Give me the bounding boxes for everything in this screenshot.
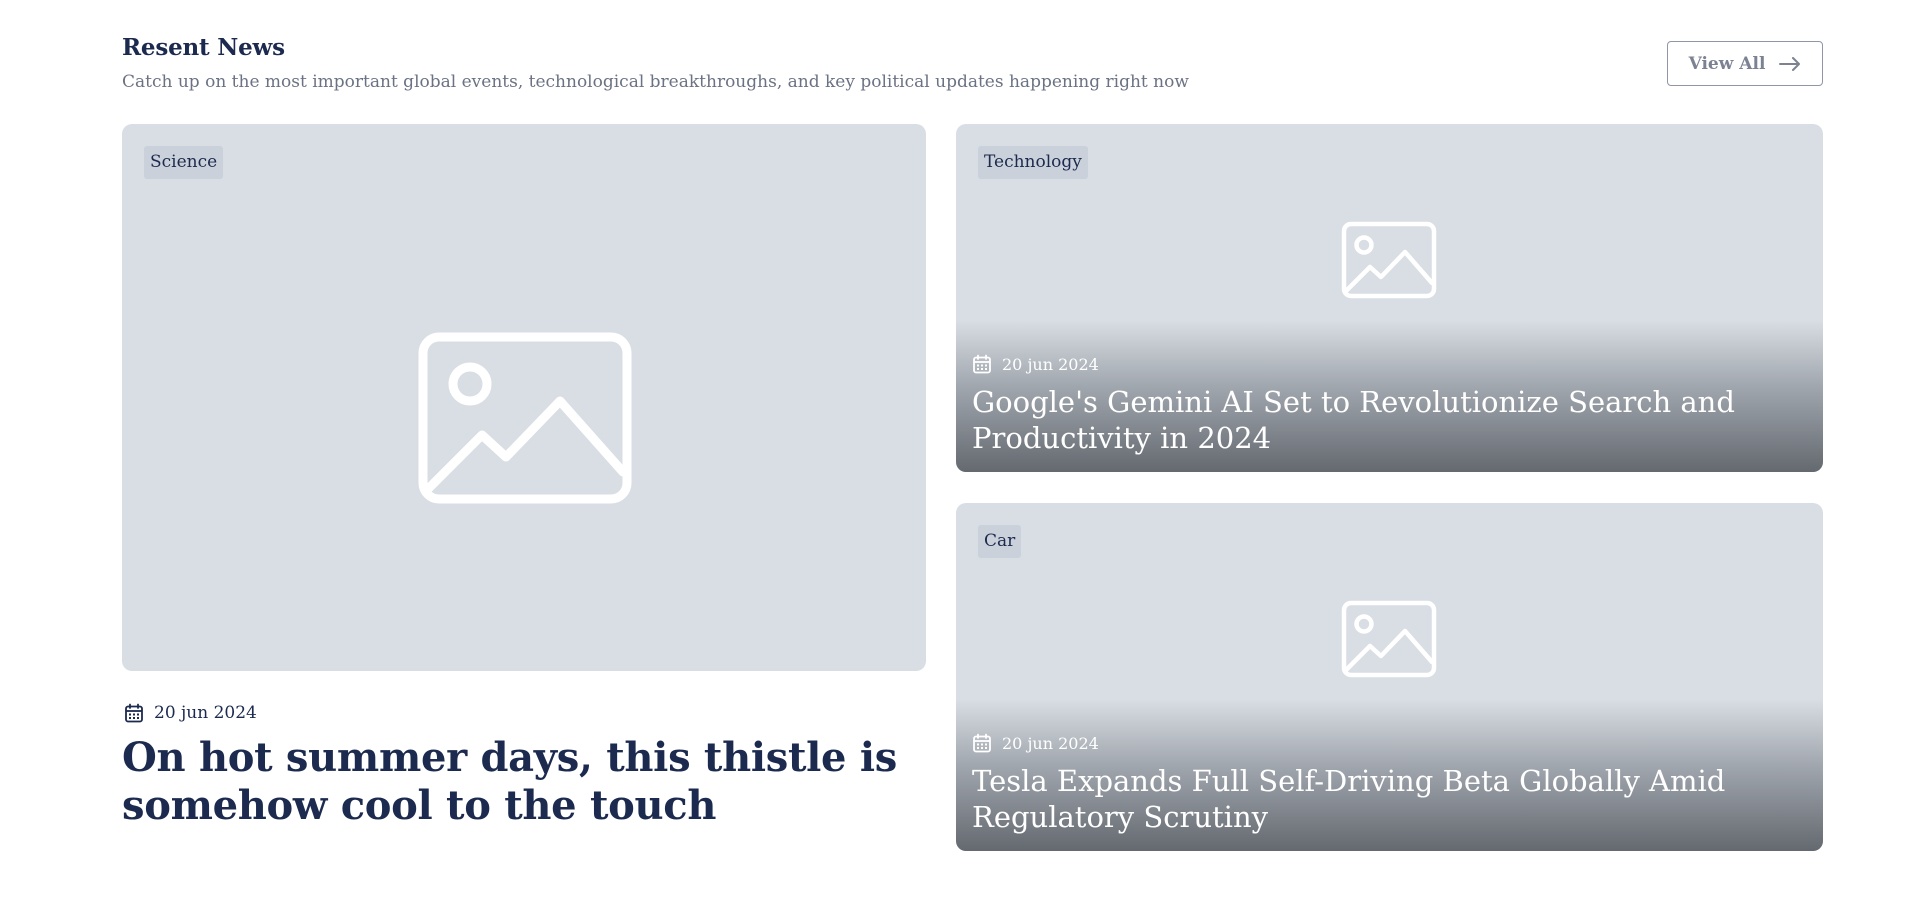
view-all-button[interactable]: View All	[1667, 41, 1823, 86]
calendar-icon	[125, 703, 143, 723]
article-date: 20 jun 2024	[972, 733, 1099, 753]
arrow-right-icon	[1779, 56, 1801, 71]
image-placeholder-icon	[418, 332, 632, 504]
news-card[interactable]: Technology 20 jun 2024 Google's Gemini A…	[956, 124, 1823, 472]
calendar-icon	[973, 733, 991, 753]
news-card[interactable]: Car 20 jun 2024 Tesla Expands Full Self-…	[956, 503, 1823, 851]
featured-date: 20 jun 2024	[124, 703, 257, 723]
featured-date-text: 20 jun 2024	[154, 703, 257, 723]
category-tag[interactable]: Car	[978, 525, 1022, 558]
calendar-icon	[973, 354, 991, 374]
image-placeholder-icon	[1341, 600, 1437, 678]
section-title: Resent News	[122, 34, 285, 61]
section-subtitle: Catch up on the most important global ev…	[122, 72, 1189, 92]
article-date: 20 jun 2024	[972, 354, 1099, 374]
view-all-label: View All	[1688, 53, 1766, 74]
article-date-text: 20 jun 2024	[1002, 354, 1099, 374]
category-tag[interactable]: Technology	[978, 146, 1088, 179]
featured-title[interactable]: On hot summer days, this thistle is some…	[122, 734, 942, 830]
article-title[interactable]: Google's Gemini AI Set to Revolutionize …	[972, 384, 1793, 456]
article-title[interactable]: Tesla Expands Full Self-Driving Beta Glo…	[972, 763, 1793, 835]
article-date-text: 20 jun 2024	[1002, 733, 1099, 753]
recent-news-section: Resent News Catch up on the most importa…	[0, 0, 1920, 900]
category-tag[interactable]: Science	[144, 146, 224, 179]
image-placeholder-icon	[1341, 221, 1437, 299]
featured-article-card[interactable]: Science	[122, 124, 926, 671]
